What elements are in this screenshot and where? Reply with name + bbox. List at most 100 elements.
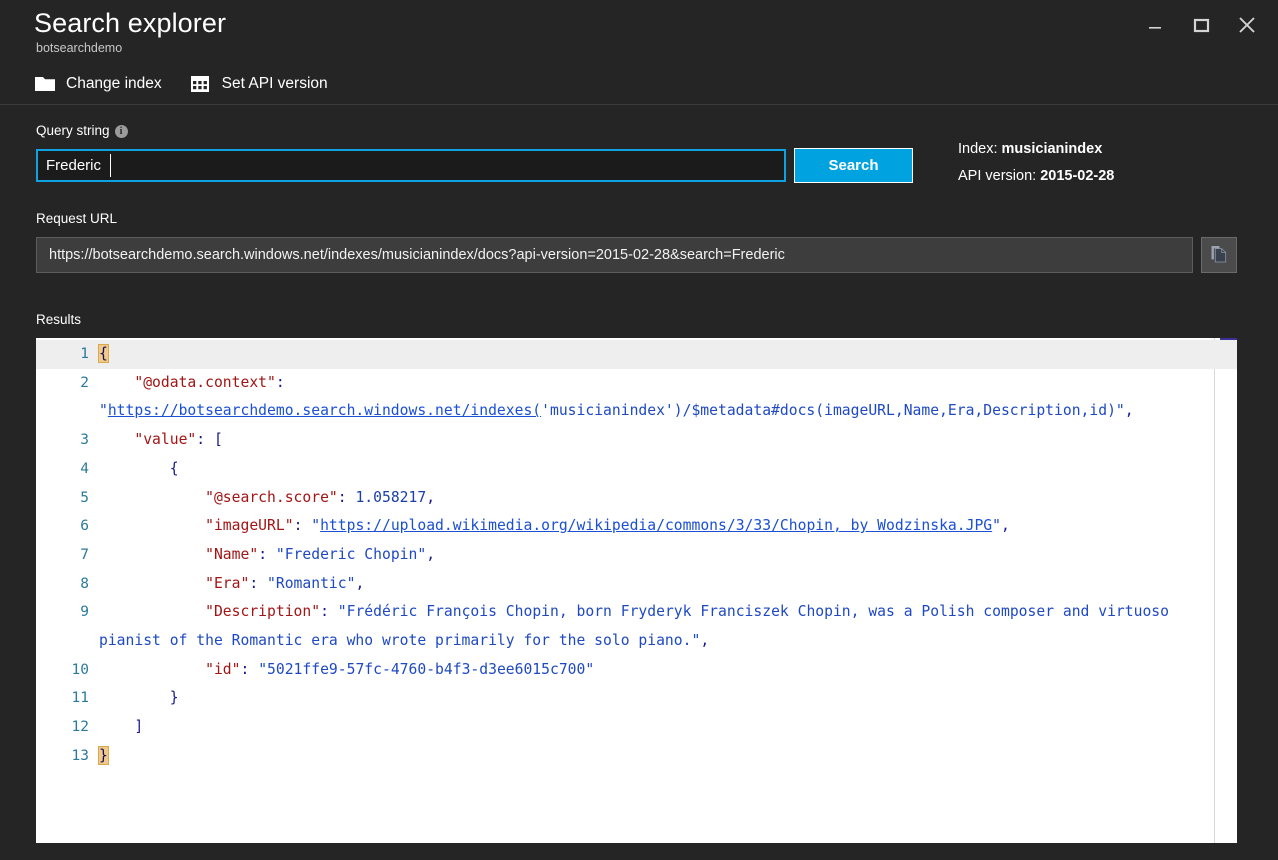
code-token: : [258, 545, 276, 563]
search-input[interactable] [36, 149, 786, 182]
code-token: , [700, 632, 710, 650]
code-line: 13} [36, 742, 1237, 771]
code-token: "imageURL" [205, 517, 294, 535]
code-line: 6 "imageURL": "https://upload.wikimedia.… [36, 512, 1237, 541]
code-token: { [169, 459, 179, 477]
code-token: } [98, 745, 109, 765]
code-line: 7 "Name": "Frederic Chopin", [36, 541, 1237, 570]
copy-url-button[interactable] [1201, 237, 1237, 273]
code-token: : [240, 660, 259, 678]
api-version-value: 2015-02-28 [1040, 168, 1115, 184]
code-token: ] [134, 718, 144, 736]
code-token: "Description" [205, 603, 321, 621]
query-string-label: Query string i [36, 123, 128, 138]
info-icon[interactable]: i [114, 125, 128, 138]
line-number: 10 [71, 661, 89, 678]
code-content: "imageURL": "https://upload.wikimedia.or… [99, 512, 1237, 541]
code-token: , [1124, 402, 1134, 420]
code-token: 1.058217 [355, 488, 427, 506]
close-icon [1236, 14, 1258, 36]
index-info: Index: musicianindex [958, 141, 1102, 157]
code-token: " [99, 402, 108, 420]
code-content: "Era": "Romantic", [99, 570, 1237, 599]
close-button[interactable] [1224, 8, 1270, 42]
code-token: : [ [196, 431, 223, 449]
request-url-field[interactable] [36, 237, 1193, 273]
search-explorer-window: Search explorer botsearchdemo Change ind… [0, 0, 1278, 860]
code-token: { [98, 344, 109, 363]
search-button[interactable]: Search [794, 148, 913, 183]
code-token: , [1000, 517, 1010, 535]
code-token: "id" [205, 660, 241, 678]
code-line: 2 "@odata.context": "https://botsearchde… [36, 369, 1237, 426]
code-token: : [293, 517, 312, 535]
code-link[interactable]: https://upload.wikimedia.org/wikipedia/c… [320, 517, 992, 534]
line-number: 8 [80, 575, 89, 592]
minimize-icon [1145, 15, 1165, 35]
change-index-label: Change index [66, 75, 162, 92]
code-token: , [426, 545, 436, 563]
set-api-version-button[interactable]: Set API version [190, 69, 328, 99]
code-line: 10 "id": "5021ffe9-57fc-4760-b4f3-d3ee60… [36, 656, 1237, 685]
code-token: "@odata.context" [134, 373, 276, 391]
code-token: : [320, 603, 338, 621]
code-token: , [355, 574, 365, 592]
code-token: : [249, 574, 268, 592]
minimize-button[interactable] [1132, 8, 1178, 42]
code-line: 1{ [36, 340, 1237, 369]
index-label: Index: [958, 141, 998, 157]
code-token: "Frederic Chopin" [275, 545, 427, 563]
line-number: 12 [71, 719, 89, 736]
code-line: 5 "@search.score": 1.058217, [36, 484, 1237, 513]
api-version-info: API version: 2015-02-28 [958, 168, 1114, 184]
maximize-icon [1191, 15, 1211, 35]
line-number: 4 [80, 460, 89, 477]
code-token: : [337, 488, 356, 506]
code-content: } [99, 684, 1237, 713]
code-content: { [99, 455, 1237, 484]
text-caret [110, 154, 111, 177]
maximize-button[interactable] [1178, 8, 1224, 42]
code-token: "Name" [205, 545, 259, 563]
code-content: "@odata.context": "https://botsearchdemo… [99, 369, 1237, 426]
code-content: ] [99, 713, 1237, 742]
line-number: 5 [80, 489, 89, 506]
code-content: "id": "5021ffe9-57fc-4760-b4f3-d3ee6015c… [99, 656, 1237, 685]
folder-icon [34, 74, 56, 94]
line-number: 3 [80, 432, 89, 449]
code-content: { [98, 340, 1237, 369]
code-content: "value": [ [99, 426, 1237, 455]
line-number: 9 [80, 604, 89, 621]
api-version-label: API version: [958, 168, 1037, 184]
code-line: 4 { [36, 455, 1237, 484]
window-controls [1132, 8, 1270, 42]
code-content: "Description": "Frédéric François Chopin… [99, 598, 1237, 655]
copy-icon [1209, 244, 1229, 267]
code-token: , [426, 488, 436, 506]
results-json-editor[interactable]: 1{2 "@odata.context": "https://botsearch… [36, 338, 1237, 843]
line-number: 6 [80, 518, 89, 535]
code-token: "value" [134, 431, 197, 449]
code-line: 11 } [36, 684, 1237, 713]
code-content: } [98, 742, 1237, 771]
change-index-button[interactable]: Change index [34, 69, 162, 99]
code-token: "Romantic" [267, 574, 356, 592]
line-number: 2 [80, 374, 89, 391]
line-number: 1 [80, 346, 89, 362]
line-number: 13 [71, 747, 89, 764]
code-token: " [992, 517, 1001, 535]
code-token: "Era" [205, 574, 250, 592]
code-line: 12 ] [36, 713, 1237, 742]
json-code: 1{2 "@odata.context": "https://botsearch… [36, 338, 1237, 771]
query-string-label-text: Query string [36, 123, 110, 138]
code-link[interactable]: https://botsearchdemo.search.windows.net… [108, 402, 541, 419]
grid-icon [190, 74, 212, 94]
set-api-version-label: Set API version [221, 75, 328, 92]
